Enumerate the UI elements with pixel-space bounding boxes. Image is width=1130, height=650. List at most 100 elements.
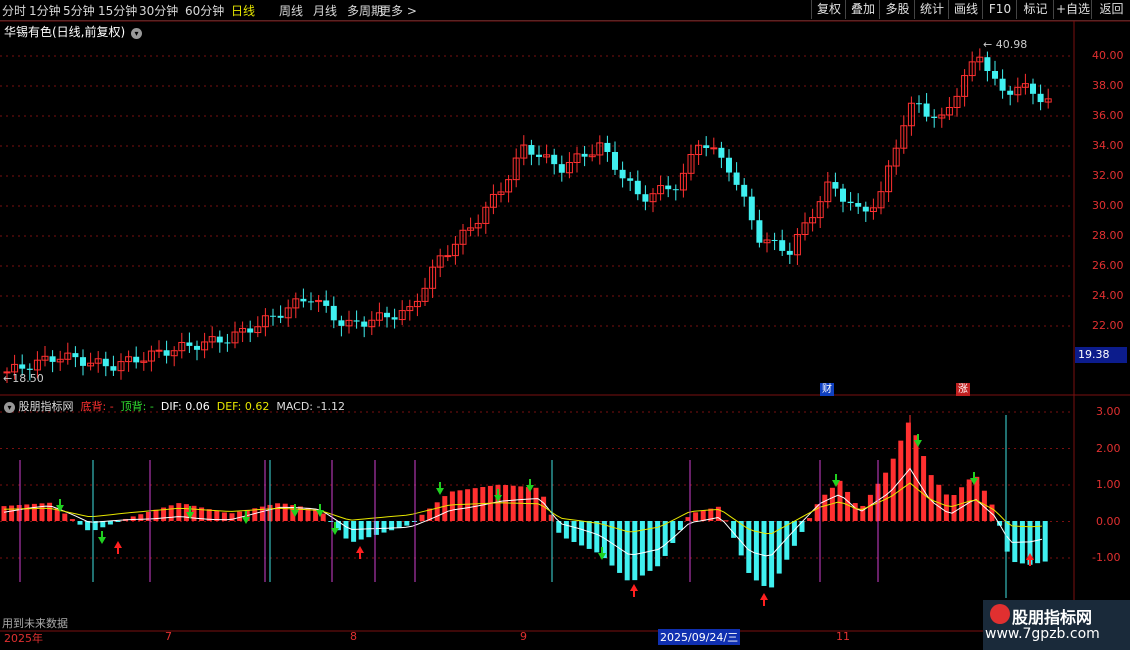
candle-body [338, 320, 345, 326]
finance-badge[interactable]: 财 [820, 383, 834, 396]
candle-body [536, 154, 542, 157]
macd-bar [138, 514, 144, 521]
candle-body [672, 189, 679, 191]
candle-body [581, 153, 588, 157]
macd-bar [723, 520, 729, 522]
candle-body [862, 206, 869, 212]
candle-body [832, 182, 839, 189]
price-tick: 40.00 [1092, 49, 1124, 62]
def-value: DEF: 0.62 [216, 400, 270, 413]
candle-body [1030, 83, 1036, 94]
candle-body [19, 364, 26, 369]
macd-bar [845, 491, 851, 521]
macd-bar [799, 521, 805, 532]
macd-bar [153, 509, 159, 521]
macd-bar [693, 512, 699, 521]
macd-bar [753, 521, 759, 581]
red-up-arrow-icon [760, 593, 768, 606]
macd-bar [533, 487, 539, 521]
macd-bar [297, 506, 303, 521]
macd-bar [434, 502, 440, 521]
candle-body [361, 321, 368, 327]
macd-bar [275, 503, 281, 521]
macd-bar [548, 514, 554, 521]
candle-body [163, 350, 170, 356]
macd-bar [951, 495, 957, 521]
macd-bar [586, 521, 592, 549]
macd-bar [571, 521, 577, 542]
candle-body [323, 300, 330, 306]
watermark-url: www.7gpzb.com [985, 626, 1100, 642]
candle-body [110, 366, 117, 371]
macd-bar [396, 521, 402, 528]
date-tick: 9 [520, 630, 527, 643]
candle-body [786, 250, 793, 255]
macd-bar [381, 521, 387, 533]
macd-bar [9, 505, 15, 521]
date-tick: 2025年 [4, 632, 43, 645]
candle-body [779, 240, 786, 251]
macd-bar [579, 521, 585, 546]
candle-body [330, 305, 337, 321]
limit-up-badge[interactable]: 涨 [956, 383, 970, 396]
indicator-tick: 3.00 [1096, 405, 1121, 418]
candle-body [391, 317, 398, 320]
future-data-note: 用到未来数据 [2, 617, 68, 630]
candle-body [1037, 93, 1044, 103]
macd-bar [31, 503, 37, 521]
macd-bar [16, 504, 22, 521]
macd-bar [677, 521, 683, 531]
macd-bar [738, 521, 744, 556]
macd-bar [966, 479, 972, 521]
macd-bar [822, 494, 828, 521]
candle-body [26, 368, 33, 370]
kline-chart[interactable] [0, 0, 1130, 650]
macd-bar [457, 490, 463, 521]
candle-body [718, 147, 725, 158]
candle-body [353, 320, 360, 322]
date-tick: 7 [165, 630, 172, 643]
indicator-tick: -1.00 [1092, 551, 1121, 564]
candle-body [642, 194, 649, 202]
candle-body [300, 298, 307, 302]
macd-bar [168, 505, 174, 521]
price-tick: 24.00 [1092, 289, 1124, 302]
macd-bar [282, 503, 288, 521]
candle-body [634, 180, 641, 195]
candle-body [665, 185, 672, 190]
macd-bar [472, 488, 478, 521]
macd-bar [465, 489, 471, 521]
chevron-down-icon[interactable]: ▾ [4, 402, 15, 413]
macd-bar [47, 502, 53, 521]
green-down-arrow-icon [436, 482, 444, 495]
candle-body [194, 345, 200, 350]
macd-bar [130, 516, 136, 521]
macd-bar [351, 521, 357, 542]
macd-bar [769, 521, 775, 588]
macd-bar [62, 513, 68, 521]
macd-bar [662, 521, 668, 556]
candle-body [224, 342, 231, 344]
candle-body [558, 164, 565, 173]
candle-body [741, 184, 748, 197]
macd-bar [807, 518, 813, 521]
indicator-header: ▾ 股朋指标网 底背: - 顶背: - DIF: 0.06 DEF: 0.62 … [4, 398, 345, 414]
top-divergence-label: 顶背: - [120, 400, 154, 413]
macd-bar [1042, 521, 1048, 562]
macd-bar [594, 521, 600, 553]
candle-body [855, 203, 862, 207]
watermark-logo-icon [990, 604, 1010, 624]
red-up-arrow-icon [114, 541, 122, 554]
macd-bar [411, 521, 417, 522]
date-tick: 11 [836, 630, 850, 643]
macd-bar [24, 504, 30, 521]
macd-bar [791, 521, 797, 546]
indicator-tick: 2.00 [1096, 441, 1121, 455]
macd-bar [624, 521, 630, 581]
candle-body [923, 103, 930, 117]
dif-value: DIF: 0.06 [160, 400, 210, 413]
macd-bar [1012, 521, 1018, 563]
macd-bar [837, 480, 843, 521]
candle-body [102, 358, 109, 367]
candle-body [847, 201, 854, 204]
